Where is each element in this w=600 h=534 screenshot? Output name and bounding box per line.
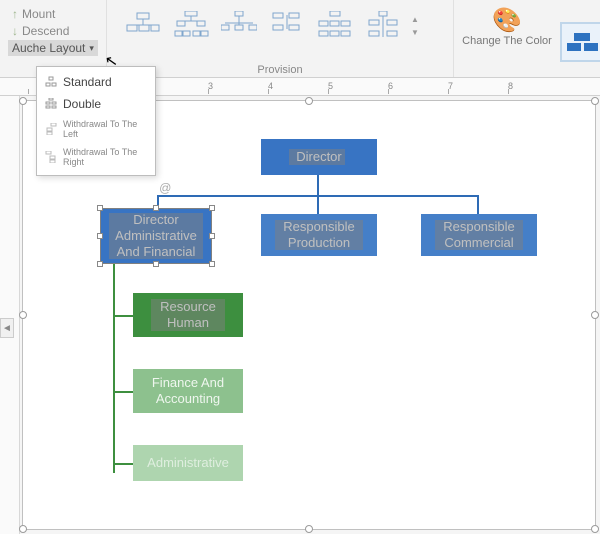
org-node-director[interactable]: Director: [261, 139, 377, 175]
connector: [113, 463, 133, 465]
at-marker: @: [159, 181, 171, 195]
org-node-label: Resource Human: [139, 299, 237, 332]
style-thumb[interactable]: [560, 22, 600, 62]
org-node-daf[interactable]: Director Administrative And Financial: [101, 209, 211, 263]
mount-label: Mount: [22, 7, 55, 21]
org-node-label: Responsible Production: [267, 219, 371, 252]
descend-button[interactable]: ↓ Descend: [8, 23, 98, 39]
dropdown-item-double[interactable]: Double: [37, 93, 155, 115]
org-node-label: Finance And Accounting: [139, 375, 237, 408]
selection-handle[interactable]: [97, 233, 103, 239]
gallery-down-icon: ▼: [411, 28, 421, 37]
org-icon: [45, 76, 57, 88]
resize-handle[interactable]: [305, 525, 313, 533]
layouts-gallery: ▲ ▼: [115, 2, 445, 46]
connector: [317, 195, 319, 215]
connector: [113, 391, 133, 393]
selection-handle[interactable]: [209, 261, 215, 267]
gallery-up-icon: ▲: [411, 15, 421, 24]
selection-handle[interactable]: [209, 233, 215, 239]
page-nav-left[interactable]: ◄: [0, 318, 14, 338]
layout-label: Auche Layout: [12, 41, 85, 55]
mount-button[interactable]: ↑ Mount: [8, 6, 98, 22]
connector: [113, 263, 115, 473]
dropdown-label: Withdrawal To The Left: [63, 119, 147, 139]
dropdown-label: Withdrawal To The Right: [63, 147, 147, 167]
palette-icon: 🎨: [492, 6, 522, 35]
org-right-icon: [45, 151, 57, 163]
chevron-left-icon: ◄: [2, 323, 12, 334]
vertical-ruler: [0, 96, 20, 534]
selection-handle[interactable]: [97, 261, 103, 267]
org-node-finance-accounting[interactable]: Finance And Accounting: [133, 369, 243, 413]
dropdown-item-standard[interactable]: Standard: [37, 71, 155, 93]
dropdown-label: Double: [63, 97, 101, 111]
layout-thumb-4[interactable]: [267, 6, 307, 46]
dropdown-item-withdrawal-right[interactable]: Withdrawal To The Right: [37, 143, 155, 171]
resize-handle[interactable]: [591, 311, 599, 319]
org-node-label: Director Administrative And Financial: [107, 212, 205, 261]
dropdown-label: Standard: [63, 75, 112, 89]
chevron-down-icon: ▾: [89, 43, 94, 54]
change-color-label: Change The Color: [462, 35, 552, 47]
resize-handle[interactable]: [591, 97, 599, 105]
change-color-button[interactable]: 🎨 Change The Color: [462, 2, 552, 47]
selection-handle[interactable]: [153, 261, 159, 267]
org-node-label: Administrative: [147, 455, 229, 471]
ruler-mark: 6: [388, 81, 393, 91]
selection-handle[interactable]: [209, 205, 215, 211]
layout-dropdown-menu: Standard Double Withdrawal To The Left W…: [36, 66, 156, 176]
resize-handle[interactable]: [305, 97, 313, 105]
org-left-icon: [45, 123, 57, 135]
layout-dropdown-button[interactable]: Auche Layout ▾: [8, 40, 98, 56]
layout-thumb-5[interactable]: [315, 6, 355, 46]
ruler-mark: 7: [448, 81, 453, 91]
org-node-production[interactable]: Responsible Production: [261, 214, 377, 256]
resize-handle[interactable]: [19, 311, 27, 319]
dropdown-item-withdrawal-left[interactable]: Withdrawal To The Left: [37, 115, 155, 143]
descend-label: Descend: [22, 24, 69, 38]
ribbon-section-styles: [560, 0, 600, 77]
provision-section-label: Provision: [107, 64, 453, 76]
layout-thumb-3[interactable]: [219, 6, 259, 46]
ruler-mark: 5: [328, 81, 333, 91]
selection-handle[interactable]: [153, 205, 159, 211]
org-node-administrative[interactable]: Administrative: [133, 445, 243, 481]
org-node-hr[interactable]: Resource Human: [133, 293, 243, 337]
layout-thumb-2[interactable]: [171, 6, 211, 46]
org-node-commercial[interactable]: Responsible Commercial: [421, 214, 537, 256]
arrow-up-icon: ↑: [12, 7, 18, 21]
org-node-label: Director: [296, 149, 342, 165]
resize-handle[interactable]: [19, 97, 27, 105]
layout-thumb-1[interactable]: [123, 6, 163, 46]
arrow-down-icon: ↓: [12, 24, 18, 38]
gallery-scroll[interactable]: ▲ ▼: [411, 6, 421, 46]
connector: [477, 195, 479, 215]
ribbon-section-provision: ▲ ▼ Provision: [107, 0, 454, 77]
ruler-mark: 4: [268, 81, 273, 91]
layout-thumb-6[interactable]: [363, 6, 403, 46]
ribbon-section-colors: 🎨 Change The Color: [454, 0, 560, 77]
org-node-label: Responsible Commercial: [427, 219, 531, 252]
ruler-mark: 3: [208, 81, 213, 91]
resize-handle[interactable]: [591, 525, 599, 533]
resize-handle[interactable]: [19, 525, 27, 533]
connector: [317, 175, 319, 195]
selection-handle[interactable]: [97, 205, 103, 211]
org-double-icon: [45, 98, 57, 110]
ruler-mark: 8: [508, 81, 513, 91]
connector: [113, 315, 133, 317]
